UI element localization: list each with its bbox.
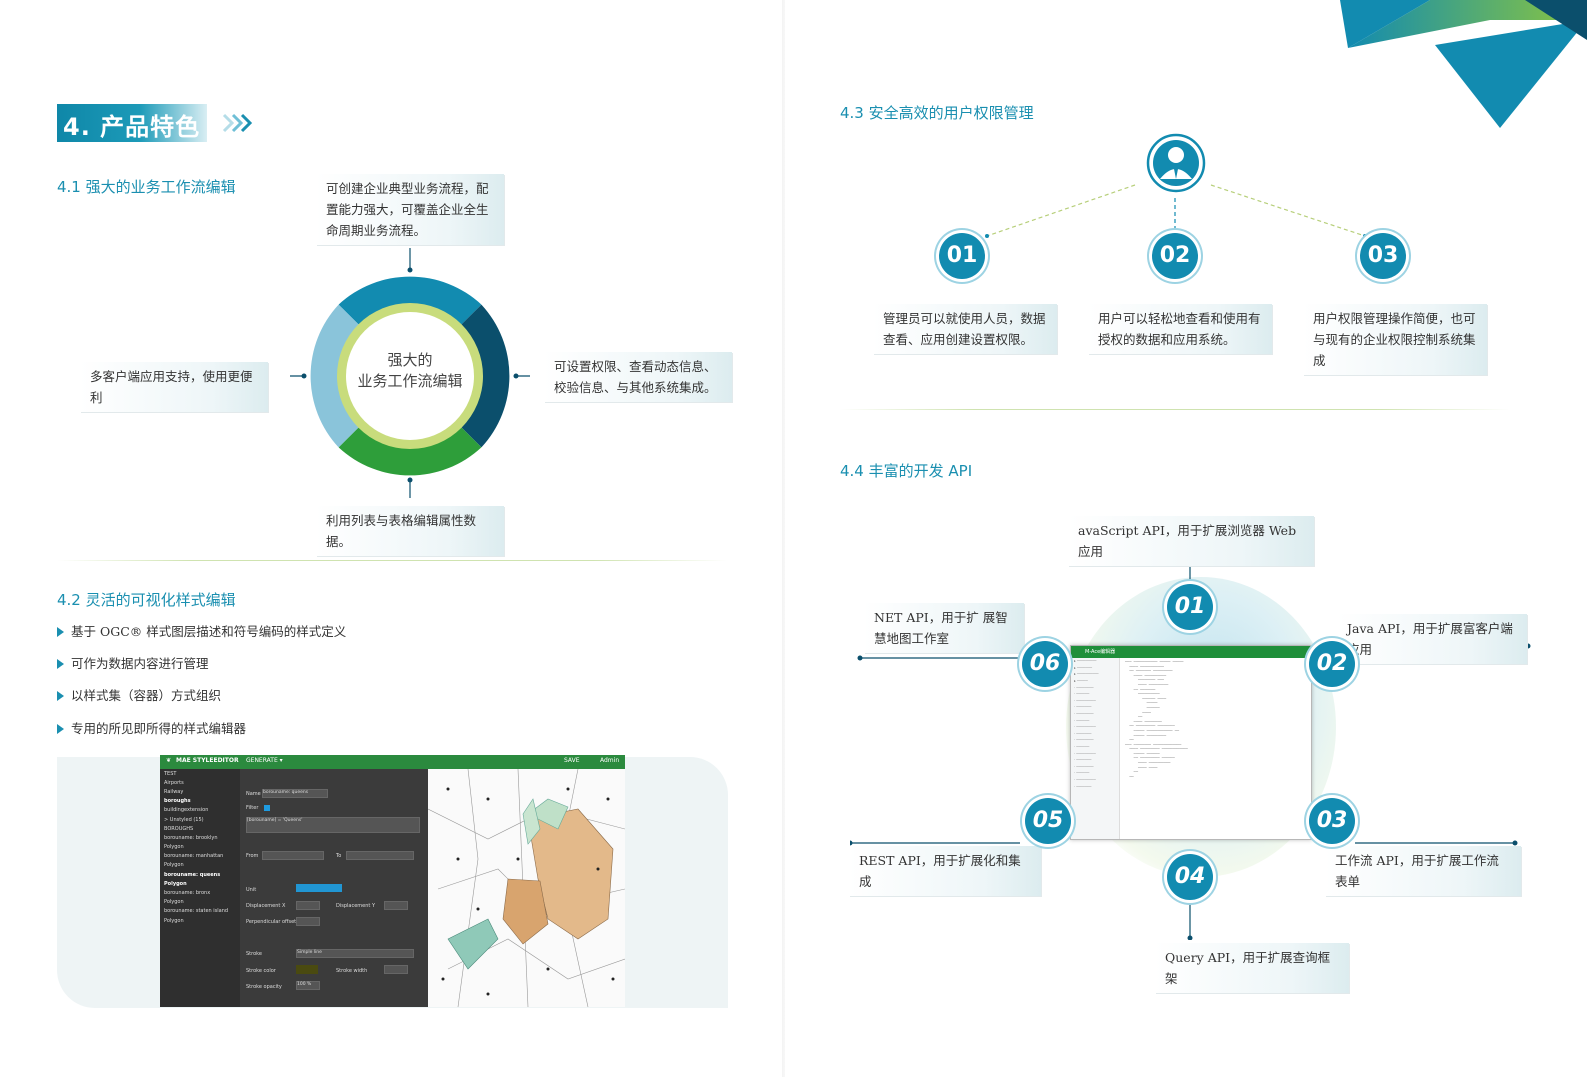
section-4-3-title: 4.3 安全高效的用户权限管理 [840, 104, 1034, 122]
note-bottom: 利用列表与表格编辑属性数据。 [316, 506, 504, 556]
app-brand: MAE STYLEEDITOR [176, 757, 239, 764]
api-number-03: 03 [1309, 798, 1355, 844]
section-title: 4. 产品特色 [63, 113, 201, 141]
tree-item[interactable]: Polygon [160, 843, 240, 852]
api-note-02: Java API，用于扩展富客户端应用 [1337, 614, 1527, 664]
stroke-opacity-field[interactable]: 100 % [296, 981, 320, 990]
section-4-1-title: 4.1 强大的业务工作流编辑 [57, 178, 236, 196]
tree-item[interactable]: > Unstyled (15) [160, 815, 240, 824]
note-top: 可创建企业典型业务流程，配置能力强大，可覆盖企业全生命周期业务流程。 [316, 174, 504, 245]
tree-item[interactable]: borouname: bronx [160, 888, 240, 897]
tree-item[interactable]: Railway [160, 787, 240, 796]
donut-center-line1: 强大的 [387, 351, 433, 369]
ide-side-panel: ▸ ───────── ▸ ─────── ▸ ────────── ▸ ───── … [1071, 658, 1120, 839]
filter-field[interactable]: [borouname] = 'Queens' [246, 817, 420, 833]
filter-label: Filter [246, 805, 259, 811]
stroke-opacity-label: Stroke opacity [246, 984, 282, 990]
filter-checkbox[interactable] [264, 805, 270, 811]
user-menu[interactable]: Admin [600, 757, 619, 764]
api-number-06: 06 [1022, 641, 1068, 687]
user-icon [1146, 133, 1206, 193]
step-number-01: 01 [939, 233, 985, 279]
tree-item[interactable]: Polygon [160, 916, 240, 925]
api-number-04: 04 [1167, 854, 1213, 900]
tree-item[interactable]: Polygon [160, 898, 240, 907]
perpendicular-offset-field[interactable] [296, 917, 320, 926]
step-number-02: 02 [1152, 233, 1198, 279]
name-label: Name [246, 791, 261, 797]
perpendicular-offset-label: Perpendicular offset [246, 919, 297, 925]
tree-item[interactable]: buildingextension [160, 806, 240, 815]
to-label: To [336, 853, 342, 859]
stroke-width-field[interactable] [384, 965, 408, 974]
divider [840, 409, 1510, 410]
displacement-x-field[interactable] [296, 901, 320, 910]
section-4-4-title: 4.4 丰富的开发 API [840, 462, 973, 480]
tree-item[interactable]: borouname: manhattan [160, 852, 240, 861]
api-note-06: NET API，用于扩 展智慧地图工作室 [864, 603, 1024, 653]
donut-center-label: 强大的 业务工作流编辑 [330, 350, 490, 392]
to-field[interactable] [346, 851, 414, 860]
note-left: 多客户端应用支持，使用更便利 [80, 362, 268, 412]
stroke-width-label: Stroke width [336, 968, 368, 974]
api-number-01: 01 [1167, 584, 1213, 630]
app-top-bar: ❦ MAE STYLEEDITOR GENERATE ▾ SAVE Admin [160, 755, 625, 769]
unit-label: Unit [246, 887, 257, 893]
ide-title-bar: M-Ace编辑器 [1071, 646, 1311, 658]
layer-tree: TEST Airports Railway boroughs buildinge… [160, 769, 240, 1007]
displacement-x-label: Displacement X [246, 903, 286, 909]
api-note-05: REST API，用于扩展化和集成 [849, 846, 1041, 896]
tree-item[interactable]: boroughs [160, 797, 240, 806]
map-preview[interactable] [427, 768, 625, 1007]
api-note-03: 工作流 API，用于扩展工作流表单 [1325, 846, 1521, 896]
api-number-05: 05 [1025, 798, 1071, 844]
from-field[interactable] [262, 851, 324, 860]
bullet-item: 专用的所见即所得的样式编辑器 [57, 718, 246, 737]
tree-item[interactable]: Polygon [160, 879, 240, 888]
ide-screenshot: M-Ace编辑器 ▸ ───────── ▸ ─────── ▸ ─────────… [1070, 645, 1312, 840]
ide-code-area: ─── ─────────── ───── ───── ──── ───────… [1125, 660, 1188, 779]
style-form: Name borouname: queens Filter [borouname… [240, 769, 428, 1007]
displacement-y-label: Displacement Y [336, 903, 376, 909]
tree-item[interactable]: BOROUGHS [160, 824, 240, 833]
api-note-01: avaScript API，用于扩展浏览器 Web 应用 [1068, 516, 1314, 566]
unit-toggle[interactable] [296, 884, 342, 892]
permission-note-3: 用户权限管理操作简便，也可与现有的企业权限控制系统集成 [1303, 304, 1487, 375]
divider [57, 560, 727, 561]
triangle-decoration [1340, 0, 1587, 128]
tree-item[interactable]: borouname: queens [160, 870, 240, 879]
note-right: 可设置权限、查看动态信息、校验信息、与其他系统集成。 [544, 352, 732, 402]
chevrons-icon [222, 113, 253, 133]
name-field[interactable]: borouname: queens [262, 789, 328, 798]
leaf-icon: ❦ [166, 757, 172, 764]
tree-item[interactable]: borouname: brooklyn [160, 833, 240, 842]
section-4-2-title: 4.2 灵活的可视化样式编辑 [57, 591, 236, 609]
tree-item[interactable]: Polygon [160, 861, 240, 870]
bullet-item: 以样式集（容器）方式组织 [57, 685, 221, 704]
bullet-item: 可作为数据内容进行管理 [57, 653, 209, 672]
left-page: 4. 产品特色 4.1 强大的业务工作流编辑 强大的 业务工作流编辑 可创建企业… [0, 0, 785, 1077]
api-note-04: Query API，用于扩展查询框架 [1155, 943, 1349, 993]
section-title-badge: 4. 产品特色 [57, 104, 207, 142]
donut-center-line2: 业务工作流编辑 [357, 372, 463, 390]
save-button[interactable]: SAVE [564, 757, 580, 764]
step-number-03: 03 [1360, 233, 1406, 279]
style-editor-screenshot: ❦ MAE STYLEEDITOR GENERATE ▾ SAVE Admin … [160, 755, 625, 1007]
api-number-02: 02 [1309, 641, 1355, 687]
from-label: From [246, 853, 259, 859]
displacement-y-field[interactable] [384, 901, 408, 910]
generate-menu[interactable]: GENERATE ▾ [246, 757, 283, 764]
stroke-color-swatch[interactable] [296, 965, 318, 974]
stroke-color-label: Stroke color [246, 968, 276, 974]
permission-note-1: 管理员可以就使用人员，数据查看、应用创建设置权限。 [873, 304, 1057, 354]
tree-item[interactable]: Airports [160, 778, 240, 787]
stroke-select[interactable]: Simple line [296, 949, 414, 958]
nyc-map [427, 768, 625, 1007]
bullet-item: 基于 OGC® 样式图层描述和符号编码的样式定义 [57, 621, 346, 640]
stroke-label: Stroke [246, 951, 262, 957]
tree-item[interactable]: TEST [160, 769, 240, 778]
permission-note-2: 用户可以轻松地查看和使用有授权的数据和应用系统。 [1088, 304, 1272, 354]
tree-item[interactable]: borouname: staten island [160, 907, 240, 916]
